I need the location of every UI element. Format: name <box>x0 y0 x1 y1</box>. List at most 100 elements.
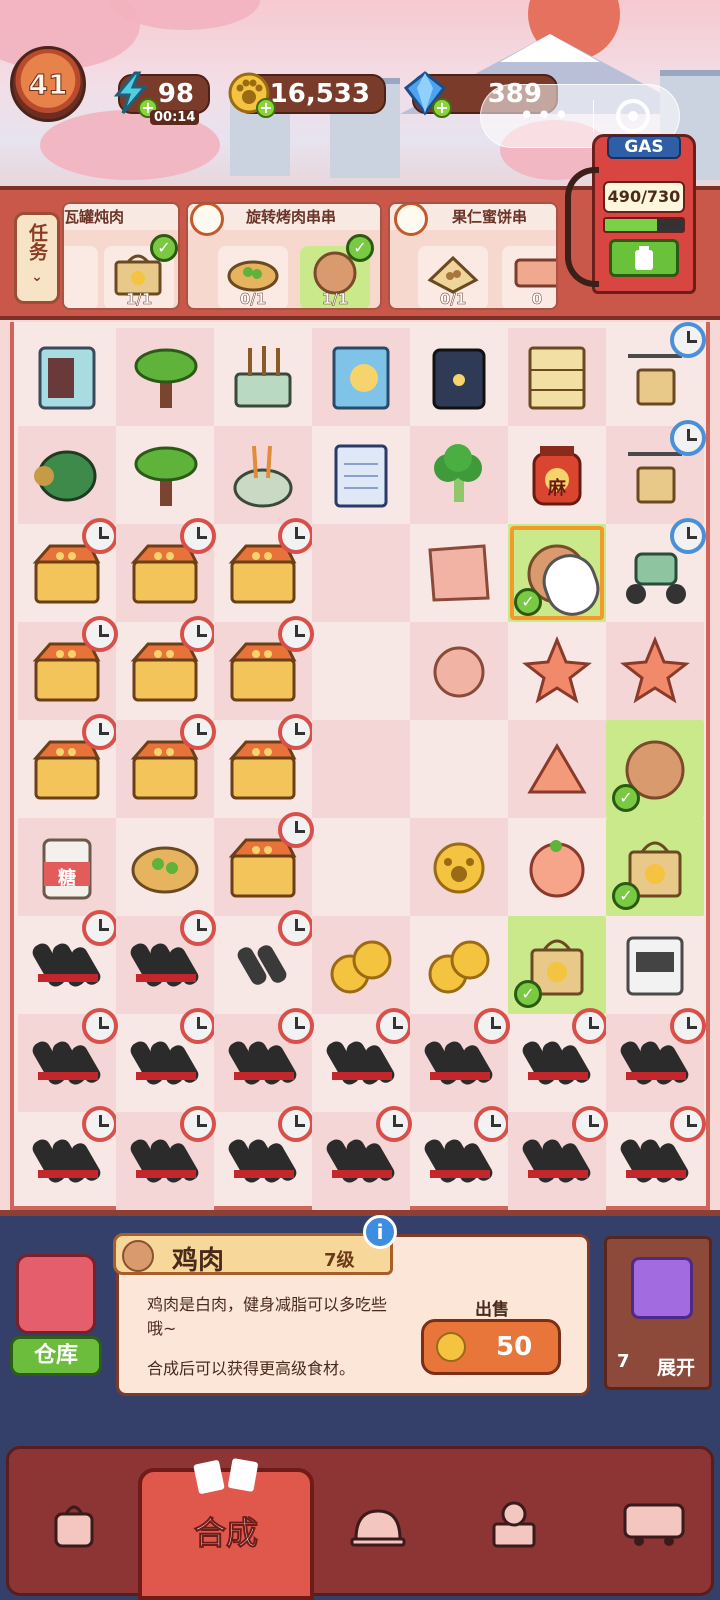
board-cell[interactable] <box>508 818 606 916</box>
board-cell[interactable] <box>508 622 606 720</box>
order-card[interactable]: 瓦罐炖肉 1/1 ✓ <box>62 202 180 310</box>
nav-map-icon[interactable] <box>459 1469 569 1579</box>
board-cell[interactable] <box>18 1106 118 1210</box>
nav-bus-icon[interactable] <box>599 1469 709 1579</box>
board-cell[interactable] <box>18 1008 118 1112</box>
board-cell[interactable] <box>214 616 314 720</box>
sugar-label: 糖 <box>58 868 76 889</box>
board-cell[interactable] <box>312 622 410 720</box>
board-cell[interactable] <box>508 1008 608 1112</box>
timer-clock-icon <box>670 518 706 554</box>
board-cell[interactable] <box>410 622 508 720</box>
info-icon[interactable]: i <box>363 1215 397 1249</box>
expand-button[interactable]: 7 展开 <box>604 1236 712 1390</box>
board-cell[interactable] <box>606 916 704 1014</box>
board-cell[interactable] <box>116 1106 216 1210</box>
board-cell[interactable] <box>214 812 314 916</box>
more-menu-icon[interactable]: ••• <box>519 101 571 131</box>
board-cell[interactable] <box>508 720 606 818</box>
board-cell[interactable] <box>18 518 118 622</box>
coin-counter[interactable]: + 16,533 <box>228 72 386 118</box>
paw-coins-icon <box>324 928 398 1002</box>
board-cell[interactable] <box>606 622 704 720</box>
board-cell[interactable]: ✓ <box>508 524 607 624</box>
gas-can-icon[interactable] <box>609 239 679 277</box>
close-miniapp-icon[interactable] <box>616 99 651 133</box>
board-cell[interactable] <box>410 1106 510 1210</box>
board-cell[interactable] <box>410 720 508 818</box>
board-cell[interactable] <box>214 426 312 524</box>
board-cell[interactable] <box>508 1106 608 1210</box>
board-cell[interactable] <box>18 910 118 1014</box>
board-cell[interactable] <box>18 426 116 524</box>
task-tab[interactable]: 任务 ⌄ <box>14 212 60 304</box>
board-cell[interactable] <box>214 1106 314 1210</box>
board-cell[interactable] <box>312 818 410 916</box>
add-coins-icon[interactable]: + <box>256 98 276 118</box>
expand-count: 7 <box>617 1351 630 1372</box>
energy-timer: 00:14 <box>150 110 200 125</box>
paw-coin-icon <box>422 830 496 904</box>
storage-button[interactable]: 仓库 <box>10 1248 102 1376</box>
order-slot: 1/1 ✓ <box>300 234 374 308</box>
chicken-meatball-icon <box>122 1240 154 1272</box>
board-cell[interactable] <box>410 818 508 916</box>
board-cell[interactable] <box>116 1008 216 1112</box>
board-cell[interactable] <box>18 328 116 426</box>
board-cell[interactable] <box>410 328 508 426</box>
board-cell[interactable] <box>410 916 508 1014</box>
board-cell[interactable] <box>508 328 606 426</box>
board-cell[interactable] <box>116 426 214 524</box>
board-cell[interactable]: ✓ <box>508 916 606 1014</box>
board-cell[interactable] <box>214 518 314 622</box>
board-cell[interactable] <box>312 524 410 622</box>
order-card[interactable]: 果仁蜜饼串 0/1 0 <box>388 202 558 310</box>
add-gems-icon[interactable]: + <box>432 98 452 118</box>
board-cell[interactable]: ✓ <box>606 818 704 916</box>
nav-merge-tab[interactable]: 合成 <box>138 1458 314 1600</box>
board-cell[interactable] <box>116 818 214 916</box>
energy-counter[interactable]: + 98 <box>113 71 210 118</box>
board-cell[interactable] <box>18 616 118 720</box>
board-cell[interactable] <box>312 1106 412 1210</box>
board-cell[interactable] <box>312 426 410 524</box>
board-cell[interactable] <box>116 616 216 720</box>
board-cell[interactable] <box>312 328 410 426</box>
board-cell[interactable] <box>410 1008 510 1112</box>
board-cell[interactable]: 糖 <box>18 818 116 916</box>
board-cell[interactable] <box>116 714 216 818</box>
board-cell[interactable] <box>18 714 118 818</box>
board-cell[interactable] <box>312 720 410 818</box>
sell-button[interactable]: 50 <box>421 1319 561 1375</box>
board-cell[interactable] <box>214 910 314 1014</box>
gas-progress-fill <box>605 219 658 231</box>
board-cell[interactable] <box>410 426 508 524</box>
order-slot-count: 1/1 <box>125 290 153 308</box>
broccoli-icon <box>422 438 496 512</box>
timer-clock-icon <box>572 1106 608 1142</box>
board-cell[interactable] <box>606 1106 706 1210</box>
board-cell[interactable] <box>606 518 706 622</box>
board-cell[interactable] <box>606 322 706 426</box>
board-cell[interactable] <box>214 714 314 818</box>
board-cell[interactable] <box>312 916 410 1014</box>
board-cell[interactable] <box>214 328 312 426</box>
board-cell[interactable] <box>312 1008 412 1112</box>
nav-shop-icon[interactable] <box>19 1469 129 1579</box>
player-level-badge[interactable]: 41 <box>10 46 86 122</box>
board-cell[interactable] <box>214 1008 314 1112</box>
order-card[interactable]: 旋转烤肉串串 0/1 1/1 ✓ <box>186 202 382 310</box>
notepad-icon <box>324 438 398 512</box>
board-cell[interactable] <box>606 420 706 524</box>
board-cell[interactable]: 麻 <box>508 426 606 524</box>
board-cell[interactable] <box>606 1008 706 1112</box>
timer-clock-icon <box>670 420 706 456</box>
board-cell[interactable]: ✓ <box>606 720 704 818</box>
gas-pump[interactable]: GAS 490/730 <box>565 134 696 294</box>
nav-service-bell-icon[interactable] <box>323 1469 433 1579</box>
board-cell[interactable] <box>410 524 508 622</box>
board-cell[interactable] <box>116 328 214 426</box>
board-cell[interactable] <box>116 910 216 1014</box>
board-cell[interactable] <box>116 518 216 622</box>
order-slot-count: 0 <box>531 290 543 308</box>
